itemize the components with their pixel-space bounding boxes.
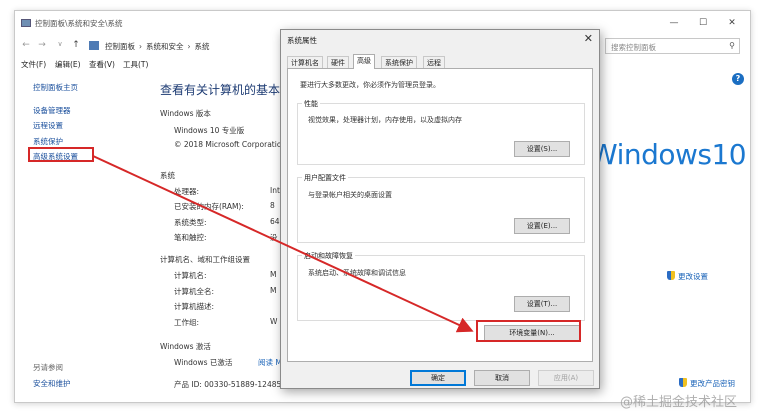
annotation-highlight-env-vars bbox=[476, 320, 581, 342]
user-profiles-group: 用户配置文件 与登录帐户相关的桌面设置 设置(E)... bbox=[297, 173, 585, 243]
annotation-highlight-advanced bbox=[28, 147, 94, 162]
crumb-system-security[interactable]: 系统和安全 bbox=[146, 42, 184, 51]
cancel-button[interactable]: 取消 bbox=[474, 370, 530, 386]
shield-icon bbox=[679, 378, 687, 387]
dialog-title: 系统属性 bbox=[287, 36, 317, 45]
pen-touch-value: 没 bbox=[270, 233, 278, 242]
change-product-key-label: 更改产品密钥 bbox=[690, 379, 735, 388]
sidebar-item-device-manager[interactable]: 设备管理器 bbox=[33, 105, 71, 116]
control-panel-icon bbox=[21, 19, 31, 27]
activation-heading: Windows 激活 bbox=[160, 342, 211, 351]
search-icon: ⚲ bbox=[729, 41, 735, 50]
control-panel-crumb-icon bbox=[89, 41, 99, 50]
crumb-system[interactable]: 系统 bbox=[195, 42, 210, 51]
search-placeholder: 搜索控制面板 bbox=[611, 43, 656, 52]
apply-button[interactable]: 应用(A) bbox=[538, 370, 594, 386]
change-product-key-link[interactable]: 更改产品密钥 bbox=[679, 378, 735, 389]
workgroup-value: W bbox=[270, 317, 278, 326]
sidebar-item-remote-settings[interactable]: 远程设置 bbox=[33, 120, 63, 131]
dialog-close-icon[interactable]: ✕ bbox=[584, 32, 593, 45]
tab-system-protection[interactable]: 系统保护 bbox=[381, 56, 417, 68]
performance-desc: 视觉效果，处理器计划，内存使用，以及虚拟内存 bbox=[308, 116, 462, 124]
sidebar-home-link[interactable]: 控制面板主页 bbox=[33, 82, 78, 93]
forward-icon[interactable]: → bbox=[37, 40, 47, 50]
user-profiles-desc: 与登录帐户相关的桌面设置 bbox=[308, 191, 392, 199]
ram-label: 已安装的内存(RAM): bbox=[174, 202, 244, 211]
page-title: 查看有关计算机的基本信 bbox=[160, 83, 293, 97]
description-label: 计算机描述: bbox=[174, 302, 215, 311]
window-title: 控制面板\系统和安全\系统 bbox=[35, 19, 123, 28]
sidebar: 控制面板主页 设备管理器 远程设置 系统保护 高级系统设置 另请参阅 安全和维护 bbox=[15, 71, 150, 402]
crumb-separator: › bbox=[139, 42, 142, 51]
admin-note: 要进行大多数更改，你必须作为管理员登录。 bbox=[300, 81, 440, 89]
close-button[interactable]: ✕ bbox=[725, 16, 739, 30]
change-settings-link[interactable]: 更改设置 bbox=[667, 271, 708, 282]
back-icon[interactable]: ← bbox=[21, 40, 31, 50]
startup-recovery-group: 启动和故障恢复 系统启动、系统故障和调试信息 设置(T)... bbox=[297, 251, 585, 321]
product-id: 产品 ID: 00330-51889-12485 bbox=[174, 380, 282, 389]
performance-title: 性能 bbox=[302, 99, 320, 109]
recent-dropdown-icon[interactable]: ∨ bbox=[55, 40, 65, 48]
shield-icon bbox=[667, 271, 675, 280]
change-settings-label: 更改设置 bbox=[678, 272, 708, 281]
system-heading: 系统 bbox=[160, 171, 175, 180]
full-name-value: M bbox=[270, 286, 277, 295]
menu-edit[interactable]: 编辑(E) bbox=[55, 59, 81, 70]
performance-group: 性能 视觉效果，处理器计划，内存使用，以及虚拟内存 设置(S)... bbox=[297, 99, 585, 165]
breadcrumb: 控制面板 › 系统和安全 › 系统 bbox=[105, 41, 214, 52]
help-icon[interactable]: ? bbox=[732, 73, 744, 85]
startup-recovery-title: 启动和故障恢复 bbox=[302, 251, 355, 261]
minimize-button[interactable]: — bbox=[667, 16, 681, 30]
advanced-tab-panel: 要进行大多数更改，你必须作为管理员登录。 性能 视觉效果，处理器计划，内存使用，… bbox=[287, 68, 593, 362]
pen-touch-label: 笔和触控: bbox=[174, 233, 207, 242]
computer-name-value: M bbox=[270, 270, 277, 279]
search-input[interactable]: 搜索控制面板 ⚲ bbox=[605, 38, 740, 54]
ok-button[interactable]: 确定 bbox=[410, 370, 466, 386]
menu-file[interactable]: 文件(F) bbox=[21, 59, 46, 70]
processor-value: Int bbox=[270, 186, 280, 195]
startup-recovery-desc: 系统启动、系统故障和调试信息 bbox=[308, 269, 406, 277]
user-profiles-settings-button[interactable]: 设置(E)... bbox=[514, 218, 570, 234]
system-type-label: 系统类型: bbox=[174, 218, 207, 227]
performance-settings-button[interactable]: 设置(S)... bbox=[514, 141, 570, 157]
windows10-logo: Windows10 bbox=[590, 138, 747, 171]
system-type-value: 64 bbox=[270, 217, 280, 226]
computer-name-label: 计算机名: bbox=[174, 271, 207, 280]
maximize-button[interactable]: ☐ bbox=[696, 16, 710, 30]
sidebar-item-system-protection[interactable]: 系统保护 bbox=[33, 136, 63, 147]
user-profiles-title: 用户配置文件 bbox=[302, 173, 348, 183]
sidebar-item-security-maintenance[interactable]: 安全和维护 bbox=[33, 378, 71, 389]
workgroup-label: 工作组: bbox=[174, 318, 200, 327]
windows-edition-heading: Windows 版本 bbox=[160, 109, 211, 118]
see-also-heading: 另请参阅 bbox=[33, 363, 63, 372]
crumb-control-panel[interactable]: 控制面板 bbox=[105, 42, 135, 51]
tab-hardware[interactable]: 硬件 bbox=[327, 56, 349, 68]
crumb-separator: › bbox=[187, 42, 191, 51]
windows-edition-value: Windows 10 专业版 bbox=[174, 126, 245, 135]
up-icon[interactable]: ↑ bbox=[71, 40, 81, 50]
startup-recovery-settings-button[interactable]: 设置(T)... bbox=[514, 296, 570, 312]
activation-status: Windows 已激活 bbox=[174, 358, 233, 367]
watermark: @稀土掘金技术社区 bbox=[620, 395, 738, 410]
processor-label: 处理器: bbox=[174, 187, 200, 196]
computer-name-heading: 计算机名、域和工作组设置 bbox=[160, 255, 250, 264]
menu-tools[interactable]: 工具(T) bbox=[123, 59, 148, 70]
full-name-label: 计算机全名: bbox=[174, 287, 215, 296]
ram-value: 8 bbox=[270, 201, 275, 210]
tab-advanced[interactable]: 高级 bbox=[353, 54, 375, 69]
menu-view[interactable]: 查看(V) bbox=[89, 59, 115, 70]
copyright-text: © 2018 Microsoft Corporatio bbox=[174, 140, 282, 149]
tab-computer-name[interactable]: 计算机名 bbox=[287, 56, 323, 68]
tab-remote[interactable]: 远程 bbox=[423, 56, 445, 68]
